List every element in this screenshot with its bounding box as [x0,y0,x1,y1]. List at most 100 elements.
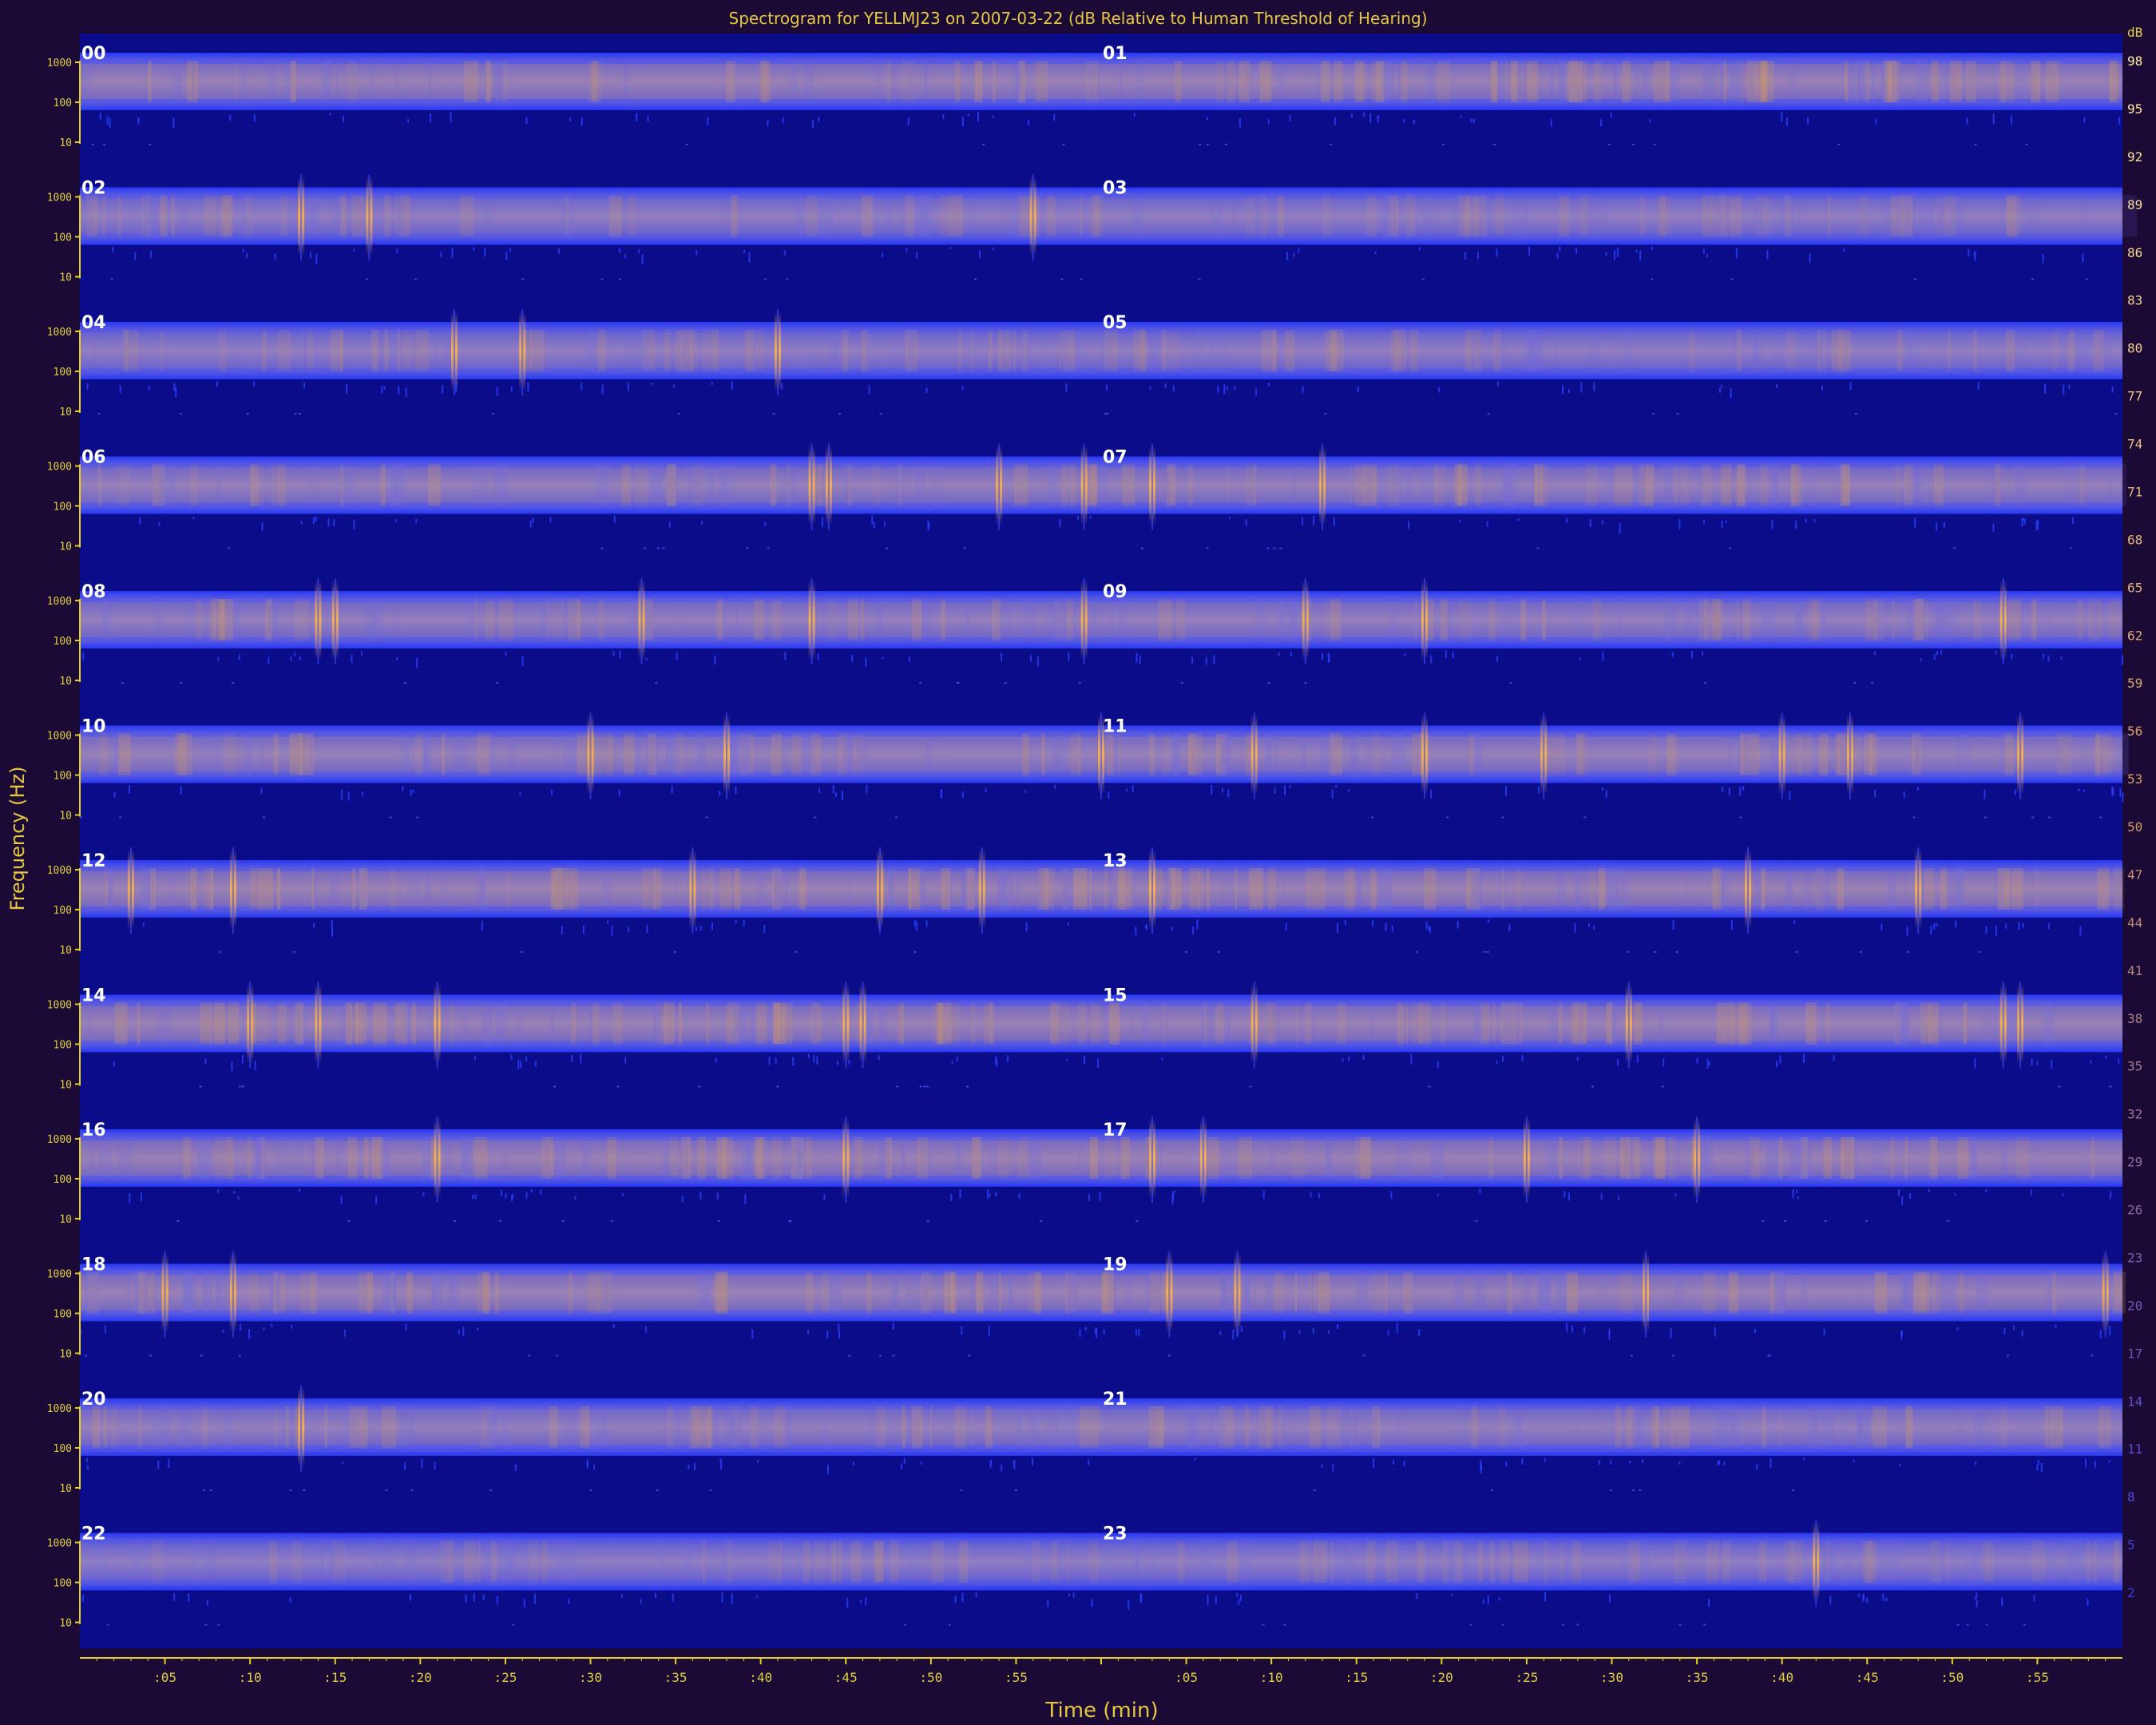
speckle [1084,1056,1085,1065]
band-streak [1454,1271,1464,1314]
speckle [241,1085,244,1088]
speckle [1077,515,1080,521]
speckle [396,248,398,254]
band-streak [2035,868,2039,910]
speckle [129,784,130,794]
speckle [882,656,884,660]
band-streak [1841,1406,1848,1448]
band-streak [1134,330,1147,371]
band-streak [1222,733,1232,775]
band-streak [806,195,818,237]
band-streak [950,1002,960,1045]
speckle [1488,919,1490,923]
speckle [1418,1329,1421,1336]
speckle [813,1054,815,1063]
speckle [1331,789,1334,799]
speckle [612,651,615,657]
band-streak [771,733,782,775]
band-streak [1009,1271,1013,1314]
band-streak [1498,1406,1507,1448]
speckle [1670,1328,1672,1338]
band-streak [719,868,732,910]
speckle [914,951,917,953]
band-streak [848,599,858,640]
band-streak [1654,61,1668,102]
speckle [1676,413,1679,414]
band-streak [1789,1541,1803,1583]
x-tick-label: :15 [323,1670,347,1685]
band-streak [586,330,597,371]
speckle [238,654,240,660]
band-streak [2061,330,2065,371]
band-streak [105,868,107,910]
speckle [405,1323,407,1330]
speckle [1403,1461,1405,1467]
speckle [525,117,528,124]
speckle [1517,518,1520,521]
band-streak [1405,195,1416,237]
speckle [950,1193,953,1201]
band-streak [160,195,168,237]
band-streak [1080,1406,1093,1448]
band-streak [962,868,965,910]
band-streak [1750,1137,1761,1179]
band-streak [1995,868,2004,910]
colorbar-tick-label: 71 [2127,484,2142,499]
speckle [688,1464,690,1469]
hour-label-left: 02 [81,179,106,199]
band-streak [1963,1002,1968,1045]
speckle [1266,547,1270,549]
band-streak [2001,61,2015,102]
band-streak [2098,1406,2103,1448]
band-streak [441,868,449,910]
speckle [1619,523,1621,533]
band-streak [93,195,95,237]
speckle [1550,118,1552,127]
band-streak [642,868,656,910]
band-streak [1647,464,1654,506]
band-streak [977,1271,984,1314]
speckle [1228,517,1231,520]
speckle [2051,1060,2053,1069]
band-streak [680,599,682,640]
band-streak [992,61,997,102]
speckle [959,1189,961,1199]
band-streak [138,1406,141,1448]
band-streak [1516,868,1522,910]
band-streak [281,1002,283,1045]
band-streak [919,868,925,910]
band-streak [1265,1271,1274,1314]
band-streak [1060,1002,1071,1045]
hour-label-left: 16 [81,1120,106,1140]
band-streak [442,733,446,775]
speckle [1283,1624,1286,1626]
band-streak [727,1541,732,1583]
band-streak [1233,195,1235,237]
speckle [248,1329,250,1339]
y-tick-label: 1000 [47,1538,72,1550]
speckle [1714,1326,1716,1337]
band-streak [427,464,441,506]
speckle [1739,787,1742,796]
band-streak [275,1137,290,1179]
speckle [173,383,176,391]
speckle [1172,385,1175,392]
band-streak [645,733,650,775]
band-streak [82,61,86,102]
band-streak [273,733,279,775]
colorbar-tick-label: 32 [2127,1107,2142,1122]
speckle [656,1489,659,1491]
colorbar-tick-label: 5 [2127,1537,2135,1552]
band-streak [1727,733,1732,775]
speckle [746,547,749,549]
speckle [2047,655,2050,662]
speckle [1903,791,1905,799]
speckle [1766,250,1769,260]
speckle [1649,119,1651,123]
band-streak [753,599,764,640]
speckle [1438,387,1441,393]
band-streak [682,330,685,371]
speckle [406,118,409,123]
speckle [517,1059,520,1069]
speckle [1708,1599,1710,1608]
